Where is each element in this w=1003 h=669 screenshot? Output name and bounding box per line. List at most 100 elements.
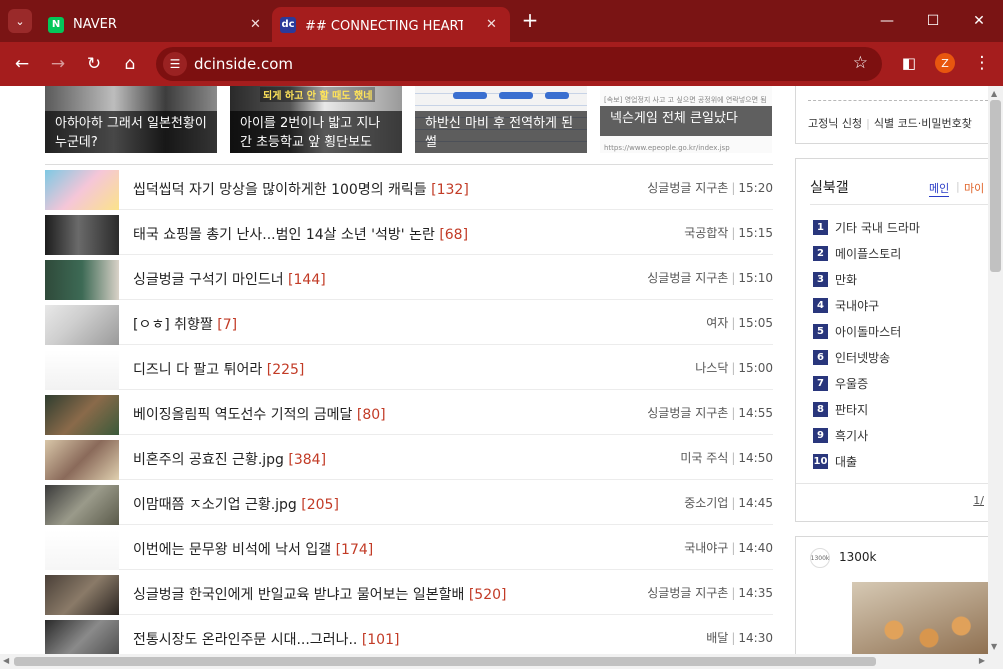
post-title-text[interactable]: 베이징올림픽 역도선수 기적의 금메달 [133,407,352,423]
forward-button[interactable]: → [44,50,72,78]
post-title-text[interactable]: 태국 쇼핑몰 총기 난사...범인 14살 소년 '석방' 논란 [133,227,435,243]
profile-avatar[interactable]: Z [935,53,955,73]
scroll-left-icon[interactable]: ◀ [3,656,9,665]
post-title-text[interactable]: 전통시장도 온라인주문 시대...그러나.. [133,632,357,648]
gallery-name[interactable]: 싱글벙글 지구촌 [647,271,728,285]
comment-count[interactable]: [80] [357,407,386,423]
post-row[interactable]: 디즈니 다 팔고 튀어라 [225] 나스닥 | 15:00 [45,345,773,390]
ranking-item[interactable]: 2 메이플스토리 [813,244,901,262]
gallery-name[interactable]: 만화 [835,271,857,288]
comment-count[interactable]: [7] [217,317,237,333]
gallery-name[interactable]: 여자 [706,316,728,330]
scroll-right-icon[interactable]: ▶ [979,656,985,665]
tab-dcinside[interactable]: dc ## CONNECTING HEARTS! 디시 ✕ [272,7,510,42]
horizontal-scrollbar[interactable]: ◀ ▶ [0,654,1003,669]
tab-main[interactable]: 메인 [929,180,950,197]
post-row[interactable]: 태국 쇼핑몰 총기 난사...범인 14살 소년 '석방' 논란 [68] 국공합… [45,210,773,255]
featured-caption[interactable]: 아이를 2번이나 밟고 지나간 초등학교 앞 횡단보도 [230,111,402,153]
gallery-name[interactable]: 국내야구 [835,297,879,314]
gallery-name[interactable]: 미국 주식 [680,451,728,465]
comment-count[interactable]: [384] [288,452,326,468]
comment-count[interactable]: [520] [469,587,507,603]
post-title-text[interactable]: 이맘때쯤 ㅈ소기업 근황.jpg [133,497,297,513]
gallery-name[interactable]: 나스닥 [695,361,728,375]
comment-count[interactable]: [101] [362,632,400,648]
tab-close-icon[interactable]: ✕ [250,17,261,32]
featured-card[interactable]: 하반신 마비 후 전역하게 된 썰 [415,86,587,153]
find-code-link[interactable]: 식별 코드·비밀번호찾 [874,117,972,130]
post-row[interactable]: 싱글벙글 구석기 마인드너 [144] 싱글벙글 지구촌 | 15:10 [45,255,773,300]
post-row[interactable]: 비혼주의 공효진 근황.jpg [384] 미국 주식 | 14:50 [45,435,773,480]
fixed-nick-link[interactable]: 고정닉 신청 [808,117,862,130]
gallery-name[interactable]: 싱글벙글 지구촌 [647,406,728,420]
post-thumbnail[interactable] [45,530,119,570]
site-info-icon[interactable]: ☰ [163,52,187,76]
post-row[interactable]: 베이징올림픽 역도선수 기적의 금메달 [80] 싱글벙글 지구촌 | 14:55 [45,390,773,435]
post-thumbnail[interactable] [45,440,119,480]
comment-count[interactable]: [132] [431,182,469,198]
scrollbar-thumb[interactable] [990,100,1001,272]
gallery-name[interactable]: 우울증 [835,375,868,392]
featured-caption[interactable]: 넥슨게임 전체 큰일났다 [600,106,772,136]
post-title-text[interactable]: 씹덕씹덕 자기 망상을 많이하게한 100명의 캐릭들 [133,182,427,198]
gallery-name[interactable]: 국내야구 [684,541,728,555]
post-thumbnail[interactable] [45,575,119,615]
ad-image[interactable] [852,582,988,654]
gallery-name[interactable]: 판타지 [835,401,868,418]
side-panel-icon[interactable]: ◧ [897,51,921,75]
gallery-name[interactable]: 기타 국내 드라마 [835,219,920,236]
new-tab-button[interactable]: + [519,8,541,32]
post-title[interactable]: 싱글벙글 구석기 마인드너 [144] [133,269,326,289]
ad-box[interactable]: 1300k 1300k [795,536,988,654]
post-row[interactable]: 이번에는 문무왕 비석에 낙서 입갤 [174] 국내야구 | 14:40 [45,525,773,570]
post-title[interactable]: 태국 쇼핑몰 총기 난사...범인 14살 소년 '석방' 논란 [68] [133,224,468,244]
browser-menu-button[interactable]: ⋮ [972,51,992,75]
featured-caption[interactable]: 하반신 마비 후 전역하게 된 썰 [415,111,587,153]
post-thumbnail[interactable] [45,485,119,525]
back-button[interactable]: ← [8,50,36,78]
post-title[interactable]: 디즈니 다 팔고 튀어라 [225] [133,359,304,379]
ranking-item[interactable]: 8 판타지 [813,400,868,418]
post-thumbnail[interactable] [45,170,119,210]
ranking-item[interactable]: 9 흑기사 [813,426,868,444]
pager[interactable]: 1/ [973,494,984,507]
comment-count[interactable]: [68] [439,227,468,243]
post-title-text[interactable]: [ㅇㅎ] 취향짤 [133,317,213,333]
featured-card[interactable]: 되게 하고 안 할 때도 했네 아이를 2번이나 밟고 지나간 초등학교 앞 횡… [230,86,402,153]
post-thumbnail[interactable] [45,350,119,390]
post-title[interactable]: 비혼주의 공효진 근황.jpg [384] [133,449,326,469]
tab-search-button[interactable]: ⌄ [8,9,32,33]
post-row[interactable]: 전통시장도 온라인주문 시대...그러나.. [101] 배달 | 14:30 [45,615,773,654]
ranking-item[interactable]: 6 인터넷방송 [813,348,890,366]
scrollbar-thumb[interactable] [14,657,876,666]
home-button[interactable]: ⌂ [116,50,144,78]
post-title[interactable]: 베이징올림픽 역도선수 기적의 금메달 [80] [133,404,386,424]
featured-card[interactable]: 아하아하 그래서 일본천황이 누군데? [45,86,217,153]
reload-button[interactable]: ↻ [80,50,108,78]
comment-count[interactable]: [174] [336,542,374,558]
maximize-button[interactable]: ☐ [910,7,956,35]
gallery-name[interactable]: 아이돌마스터 [835,323,901,340]
post-title[interactable]: 씹덕씹덕 자기 망상을 많이하게한 100명의 캐릭들 [132] [133,179,469,199]
post-thumbnail[interactable] [45,260,119,300]
post-thumbnail[interactable] [45,215,119,255]
post-row[interactable]: 씹덕씹덕 자기 망상을 많이하게한 100명의 캐릭들 [132] 싱글벙글 지구… [45,165,773,210]
post-title[interactable]: 싱글벙글 한국인에게 반일교육 받냐고 물어보는 일본할배 [520] [133,584,506,604]
ranking-item[interactable]: 4 국내야구 [813,296,879,314]
featured-card[interactable]: [속보] 영업정지 사고 고 싶으면 공정위에 연락넣으면 됨 넥슨게임 전체 … [600,86,772,153]
vertical-scrollbar[interactable]: ▲ ▼ [988,86,1003,654]
post-row[interactable]: 이맘때쯤 ㅈ소기업 근황.jpg [205] 중소기업 | 14:45 [45,480,773,525]
post-row[interactable]: 싱글벙글 한국인에게 반일교육 받냐고 물어보는 일본할배 [520] 싱글벙글 … [45,570,773,615]
comment-count[interactable]: [205] [301,497,339,513]
gallery-name[interactable]: 국공합작 [684,226,728,240]
featured-caption[interactable]: 아하아하 그래서 일본천황이 누군데? [45,111,217,153]
post-title[interactable]: [ㅇㅎ] 취향짤 [7] [133,314,237,334]
post-title[interactable]: 이맘때쯤 ㅈ소기업 근황.jpg [205] [133,494,339,514]
gallery-name[interactable]: 싱글벙글 지구촌 [647,181,728,195]
gallery-name[interactable]: 메이플스토리 [835,245,901,262]
scroll-down-icon[interactable]: ▼ [991,642,997,651]
post-title-text[interactable]: 싱글벙글 한국인에게 반일교육 받냐고 물어보는 일본할배 [133,587,464,603]
address-bar[interactable]: ☰ dcinside.com ☆ [156,47,882,81]
url-text[interactable]: dcinside.com [194,55,293,73]
gallery-name[interactable]: 흑기사 [835,427,868,444]
